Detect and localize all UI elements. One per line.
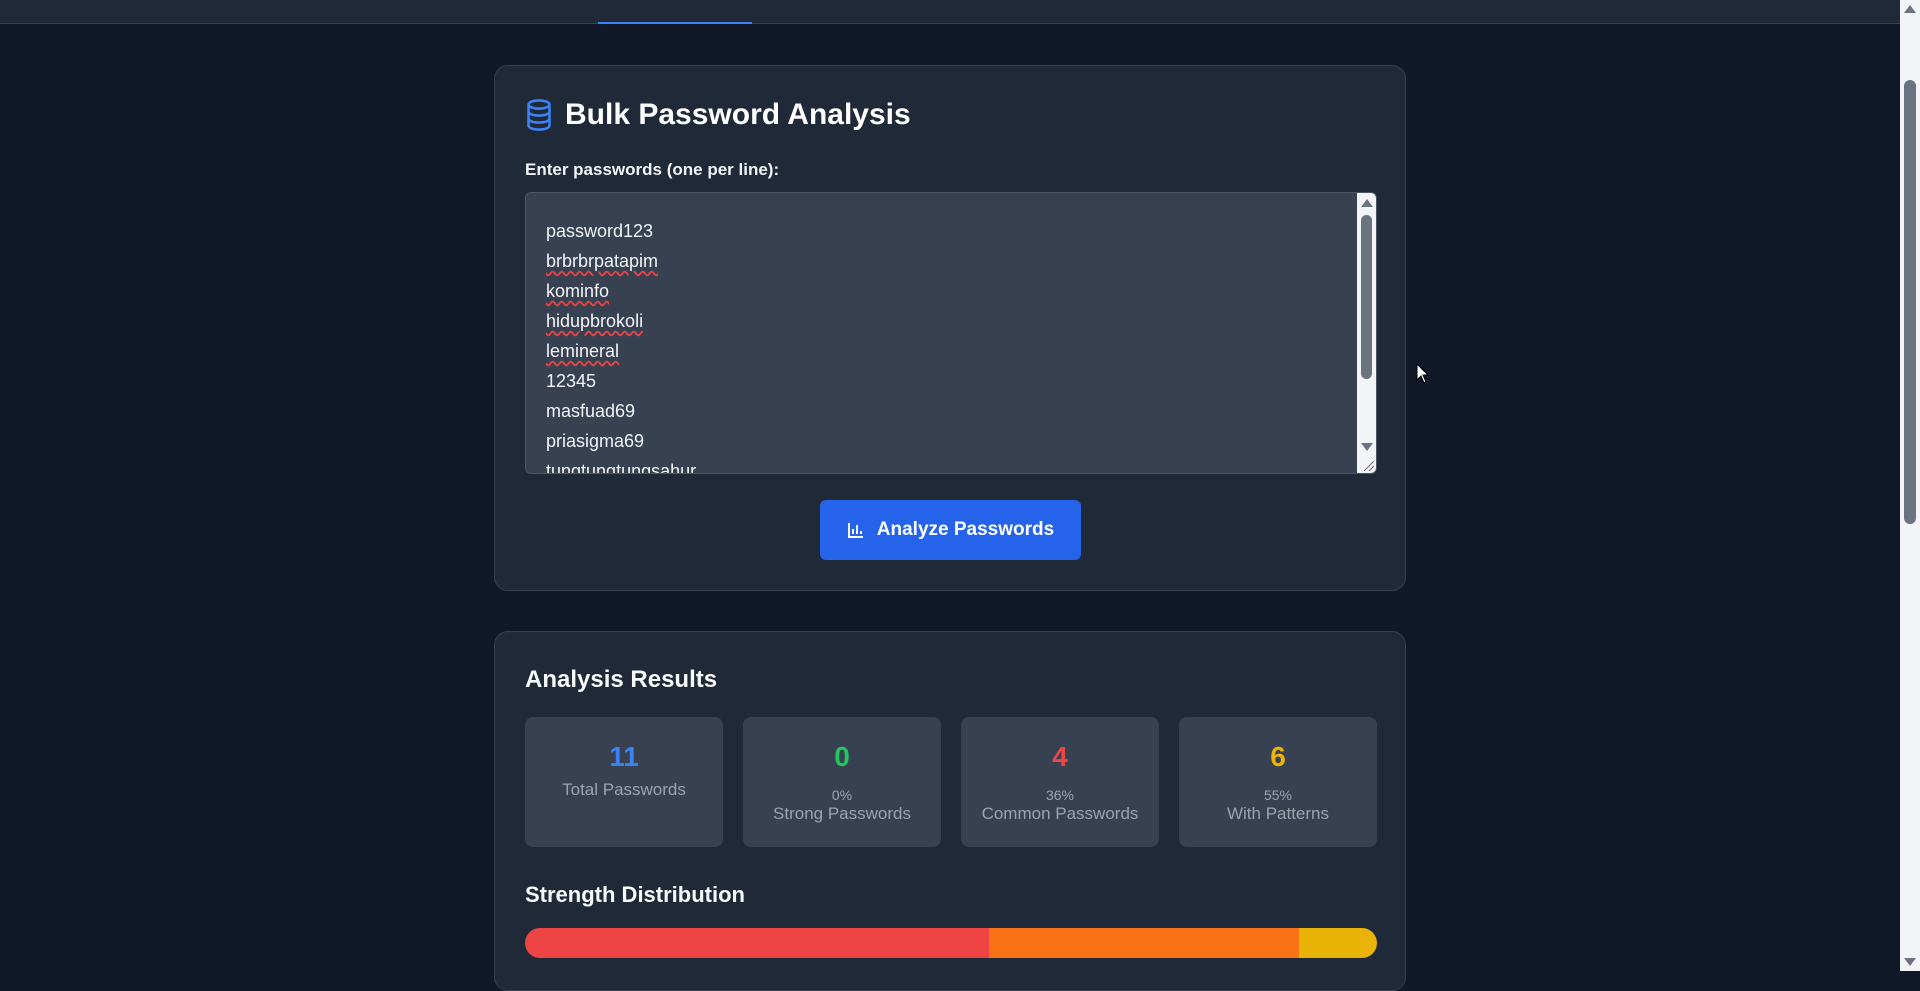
scroll-down-arrow-icon[interactable] [1361,443,1373,451]
page-scroll-down-icon[interactable] [1904,958,1916,966]
distribution-segment-good [1299,928,1377,958]
page-scrollbar[interactable] [1900,0,1920,971]
stat-value: 6 [1270,741,1286,772]
stat-value: 11 [609,741,639,772]
strength-distribution-bar [525,928,1377,958]
analyze-passwords-button[interactable]: Analyze Passwords [820,500,1081,560]
strength-distribution-title: Strength Distribution [525,882,745,907]
scroll-up-arrow-icon[interactable] [1361,199,1373,207]
stat-label: Common Passwords [981,804,1139,823]
distribution-segment-weak [525,928,990,958]
stat-common-passwords: 4 36% Common Passwords [961,717,1159,847]
resize-grip-icon[interactable] [1364,461,1374,471]
stat-percent: 0% [831,787,853,803]
stat-percent: 36% [1045,787,1075,803]
password-field-label: Enter passwords (one per line): [525,160,780,179]
bulk-title: Bulk Password Analysis [525,98,911,132]
stat-row: 11 Total Passwords 0 0% Strong Passwords… [525,717,1377,847]
password-line: lemineral [546,341,620,361]
password-line: kominfo [546,281,610,301]
stat-strong-passwords: 0 0% Strong Passwords [743,717,941,847]
bar-chart-icon [847,523,863,538]
stat-label: With Patterns [1226,804,1330,823]
stat-value: 0 [834,741,850,772]
stat-label: Total Passwords [562,780,686,799]
stat-total-passwords: 11 Total Passwords [525,717,723,847]
page-scroll-thumb[interactable] [1904,80,1916,524]
password-line: brbrbrpatapim [546,251,659,271]
stat-percent: 55% [1263,787,1293,803]
analyze-button-label: Analyze Passwords [876,519,1055,540]
active-tab-indicator [598,22,752,24]
page-scroll-up-icon[interactable] [1904,5,1916,13]
stat-with-patterns: 6 55% With Patterns [1179,717,1377,847]
bulk-title-text: Bulk Password Analysis [565,98,911,131]
database-icon [527,99,551,131]
analysis-results-card: Analysis Results 11 Total Passwords 0 0%… [494,631,1406,991]
results-title: Analysis Results [525,666,718,693]
password-line: password123 [546,221,654,241]
password-line: 12345 [546,371,597,391]
password-line: priasigma69 [546,431,645,451]
textarea-scrollbar[interactable] [1357,193,1376,473]
textarea-scroll-thumb[interactable] [1361,215,1372,379]
password-textarea[interactable]: password123 brbrbrpatapim kominfo hidupb… [525,192,1377,474]
password-line: tungtungtungsahur [546,461,697,474]
bulk-analysis-card: Bulk Password Analysis Enter passwords (… [494,65,1406,591]
top-nav-bar [0,0,1900,24]
password-line: hidupbrokoli [546,311,644,331]
stat-label: Strong Passwords [773,804,911,823]
distribution-segment-fair [989,928,1300,958]
password-line: masfuad69 [546,401,636,421]
stat-value: 4 [1052,741,1068,772]
password-list: password123 brbrbrpatapim kominfo hidupb… [546,216,697,474]
mouse-cursor-icon [1416,363,1430,384]
